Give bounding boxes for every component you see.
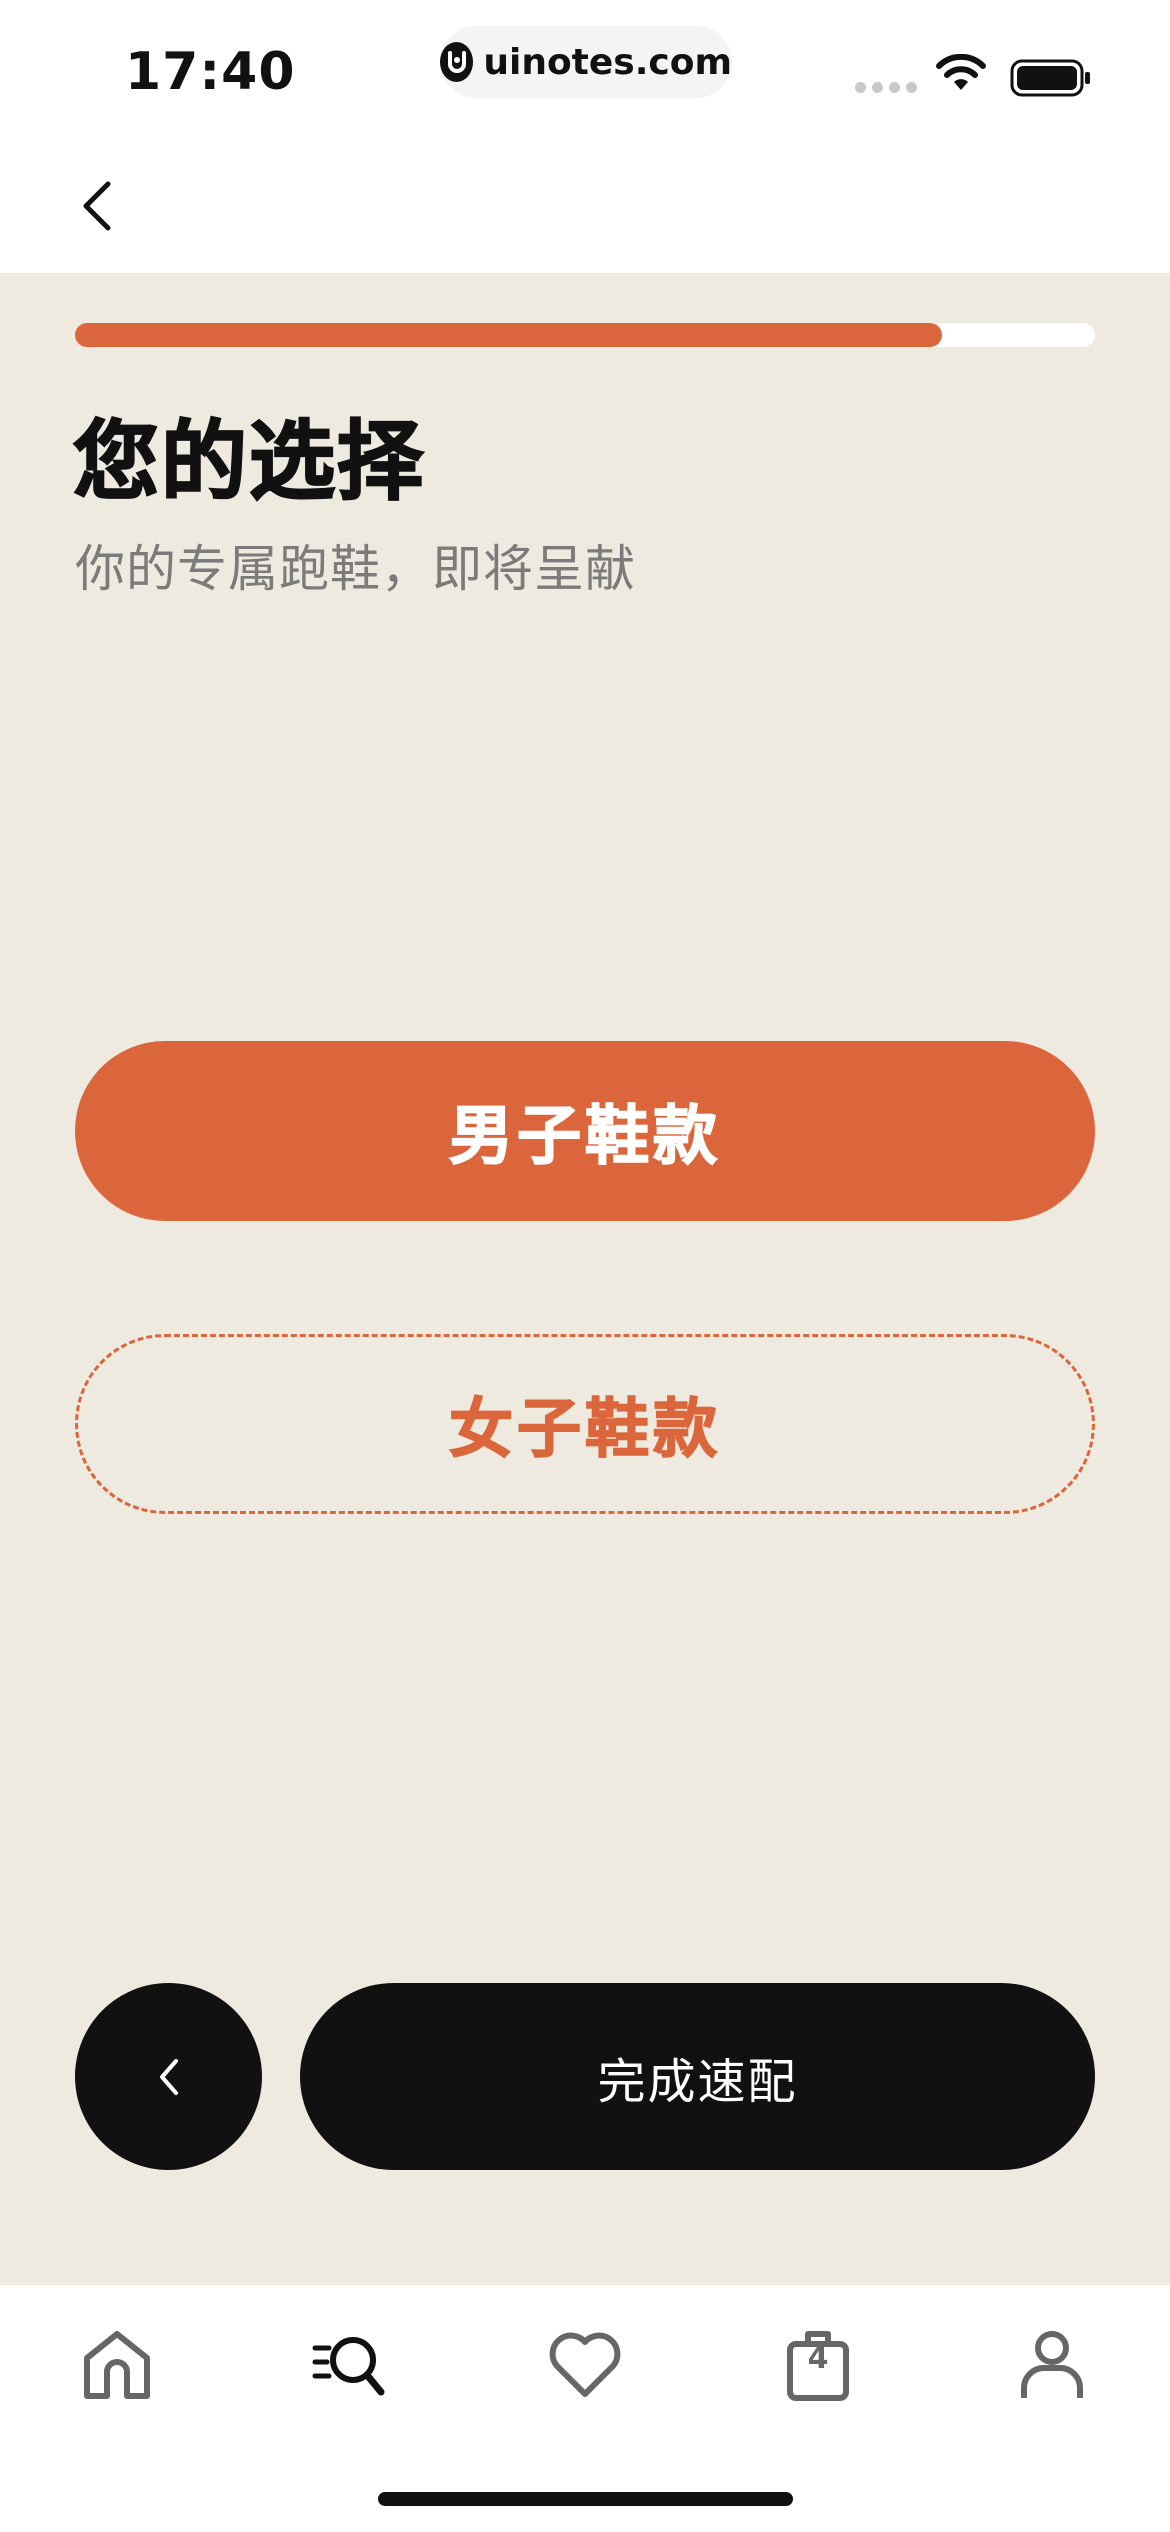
status-bar: 17:40 uinotes.com [0,0,1170,140]
tab-bag[interactable]: 4 [773,2319,863,2409]
home-indicator [378,2492,793,2506]
finish-match-button[interactable]: 完成速配 [300,1983,1095,2170]
battery-icon [1010,59,1090,97]
url-text: uinotes.com [483,41,732,83]
heart-icon [549,2332,621,2397]
back-icon[interactable] [76,180,120,232]
previous-step-button[interactable] [75,1983,262,2170]
progress-bar [75,323,1095,347]
chevron-left-icon [159,2058,178,2095]
tab-bar: 4 [0,2285,1170,2532]
page-title: 您的选择 [72,411,425,513]
tab-favorites[interactable] [540,2319,630,2409]
tab-search[interactable] [304,2319,394,2409]
nav-bar [0,140,1170,273]
home-icon [84,2331,150,2399]
page-subtitle: 你的专属跑鞋，即将呈献 [75,540,636,598]
profile-icon [1021,2331,1083,2398]
progress-fill [75,323,942,347]
main-content: 您的选择 你的专属跑鞋，即将呈献 男子鞋款 女子鞋款 完成速配 [0,273,1170,2285]
cellular-signal-icon [855,82,917,93]
tab-home[interactable] [72,2319,162,2409]
site-logo-icon [440,42,474,82]
option-women-shoes[interactable]: 女子鞋款 [75,1334,1095,1514]
search-icon [312,2337,385,2396]
wifi-icon [936,54,986,90]
status-time: 17:40 [125,42,296,102]
option-men-shoes[interactable]: 男子鞋款 [75,1041,1095,1221]
bag-count-badge: 4 [807,2341,829,2376]
url-pill[interactable]: uinotes.com [440,26,732,98]
tab-profile[interactable] [1007,2319,1097,2409]
